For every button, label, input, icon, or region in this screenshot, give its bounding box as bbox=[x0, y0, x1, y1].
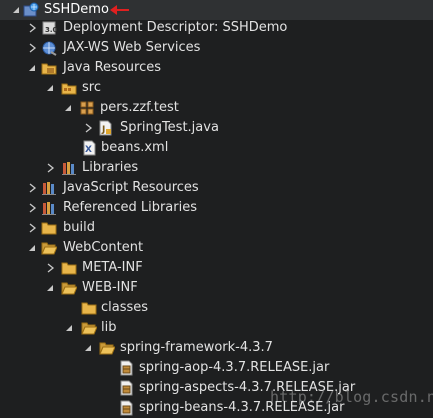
tree-item-label: META-INF bbox=[82, 260, 143, 275]
watermark-text: http://blog.csdn.net/mynameis121 bbox=[270, 388, 433, 406]
tree-item-jaxws[interactable]: JAX-WS Web Services bbox=[0, 38, 433, 58]
tree-item-package[interactable]: pers.zzf.test bbox=[0, 98, 433, 118]
tree-item-javascript-resources[interactable]: JavaScript Resources bbox=[0, 178, 433, 198]
annotation-arrow-icon bbox=[108, 3, 130, 17]
tree-item-label: SpringTest.java bbox=[120, 120, 219, 135]
tree-item-label: JavaScript Resources bbox=[63, 180, 199, 195]
tree-item-label: spring-framework-4.3.7 bbox=[120, 340, 273, 355]
tree-item-label: spring-aop-4.3.7.RELEASE.jar bbox=[139, 360, 330, 375]
chevron-collapsed-icon[interactable] bbox=[27, 183, 37, 193]
web-services-icon bbox=[41, 40, 57, 56]
tree-item-spring-framework[interactable]: spring-framework-4.3.7 bbox=[0, 338, 433, 358]
tree-item-label: src bbox=[82, 80, 101, 95]
tree-item-libraries[interactable]: Libraries bbox=[0, 158, 433, 178]
folder-icon bbox=[61, 260, 77, 276]
tree-item-label: Java Resources bbox=[63, 60, 161, 75]
chevron-expanded-icon[interactable] bbox=[11, 5, 21, 15]
tree-item-label: build bbox=[63, 220, 95, 235]
tree-item-label: beans.xml bbox=[101, 140, 169, 155]
folder-open-icon bbox=[99, 340, 115, 356]
chevron-expanded-icon[interactable] bbox=[45, 83, 55, 93]
tree-item-src[interactable]: src bbox=[0, 78, 433, 98]
chevron-collapsed-icon[interactable] bbox=[45, 263, 55, 273]
tree-item-build[interactable]: build bbox=[0, 218, 433, 238]
tree-item-lib[interactable]: lib bbox=[0, 318, 433, 338]
java-resources-icon bbox=[41, 60, 57, 76]
tree-item-meta-inf[interactable]: META-INF bbox=[0, 258, 433, 278]
folder-icon bbox=[41, 220, 57, 236]
package-icon bbox=[79, 100, 95, 116]
tree-item-webcontent[interactable]: WebContent bbox=[0, 238, 433, 258]
tree-item-label: SSHDemo bbox=[44, 2, 109, 17]
deployment-descriptor-icon: 3.0 bbox=[41, 20, 57, 36]
svg-text:J: J bbox=[101, 125, 105, 135]
tree-item-label: classes bbox=[101, 300, 149, 315]
tree-item-label: WEB-INF bbox=[82, 280, 138, 295]
referenced-libraries-icon bbox=[41, 200, 57, 216]
chevron-expanded-icon[interactable] bbox=[83, 343, 93, 353]
tree-item-label: WebContent bbox=[63, 240, 144, 255]
chevron-expanded-icon[interactable] bbox=[45, 283, 55, 293]
libraries-icon bbox=[61, 160, 77, 176]
jar-file-icon bbox=[118, 360, 134, 376]
chevron-collapsed-icon[interactable] bbox=[83, 123, 93, 133]
chevron-expanded-icon[interactable] bbox=[64, 323, 74, 333]
chevron-collapsed-icon[interactable] bbox=[27, 23, 37, 33]
tree-item-beans-xml[interactable]: X beans.xml bbox=[0, 138, 433, 158]
tree-item-java-resources[interactable]: Java Resources bbox=[0, 58, 433, 78]
folder-open-icon bbox=[81, 320, 97, 336]
jar-file-icon bbox=[118, 380, 134, 396]
tree-item-web-inf[interactable]: WEB-INF bbox=[0, 278, 433, 298]
tree-item-label: Deployment Descriptor: SSHDemo bbox=[63, 20, 288, 35]
folder-open-icon bbox=[61, 280, 77, 296]
folder-open-icon bbox=[41, 240, 57, 256]
tree-item-springtest-java[interactable]: J SpringTest.java bbox=[0, 118, 433, 138]
javascript-resources-icon bbox=[41, 180, 57, 196]
tree-item-label: Libraries bbox=[82, 160, 139, 175]
tree-item-referenced-libraries[interactable]: Referenced Libraries bbox=[0, 198, 433, 218]
jar-file-icon bbox=[118, 400, 134, 416]
tree-item-label: lib bbox=[101, 320, 117, 335]
tree-item-classes[interactable]: classes bbox=[0, 298, 433, 318]
source-folder-icon bbox=[61, 80, 77, 96]
tree-item-label: JAX-WS Web Services bbox=[63, 40, 201, 55]
chevron-expanded-icon[interactable] bbox=[27, 243, 37, 253]
chevron-expanded-icon[interactable] bbox=[63, 103, 73, 113]
tree-item-label: Referenced Libraries bbox=[63, 200, 197, 215]
chevron-collapsed-icon[interactable] bbox=[27, 203, 37, 213]
xml-file-icon: X bbox=[81, 140, 97, 156]
tree-item-jar-aop[interactable]: spring-aop-4.3.7.RELEASE.jar bbox=[0, 358, 433, 378]
svg-text:3.0: 3.0 bbox=[45, 26, 57, 34]
chevron-collapsed-icon[interactable] bbox=[27, 43, 37, 53]
svg-text:X: X bbox=[85, 145, 92, 155]
java-file-icon: J bbox=[97, 120, 113, 136]
tree-item-project[interactable]: SSHDemo bbox=[0, 0, 433, 20]
tree-item-deployment-descriptor[interactable]: 3.0 Deployment Descriptor: SSHDemo bbox=[0, 18, 433, 38]
tree-item-label: pers.zzf.test bbox=[100, 100, 179, 115]
folder-icon bbox=[81, 300, 97, 316]
chevron-expanded-icon[interactable] bbox=[27, 63, 37, 73]
chevron-collapsed-icon[interactable] bbox=[45, 163, 55, 173]
web-project-icon bbox=[23, 2, 39, 18]
chevron-collapsed-icon[interactable] bbox=[27, 223, 37, 233]
